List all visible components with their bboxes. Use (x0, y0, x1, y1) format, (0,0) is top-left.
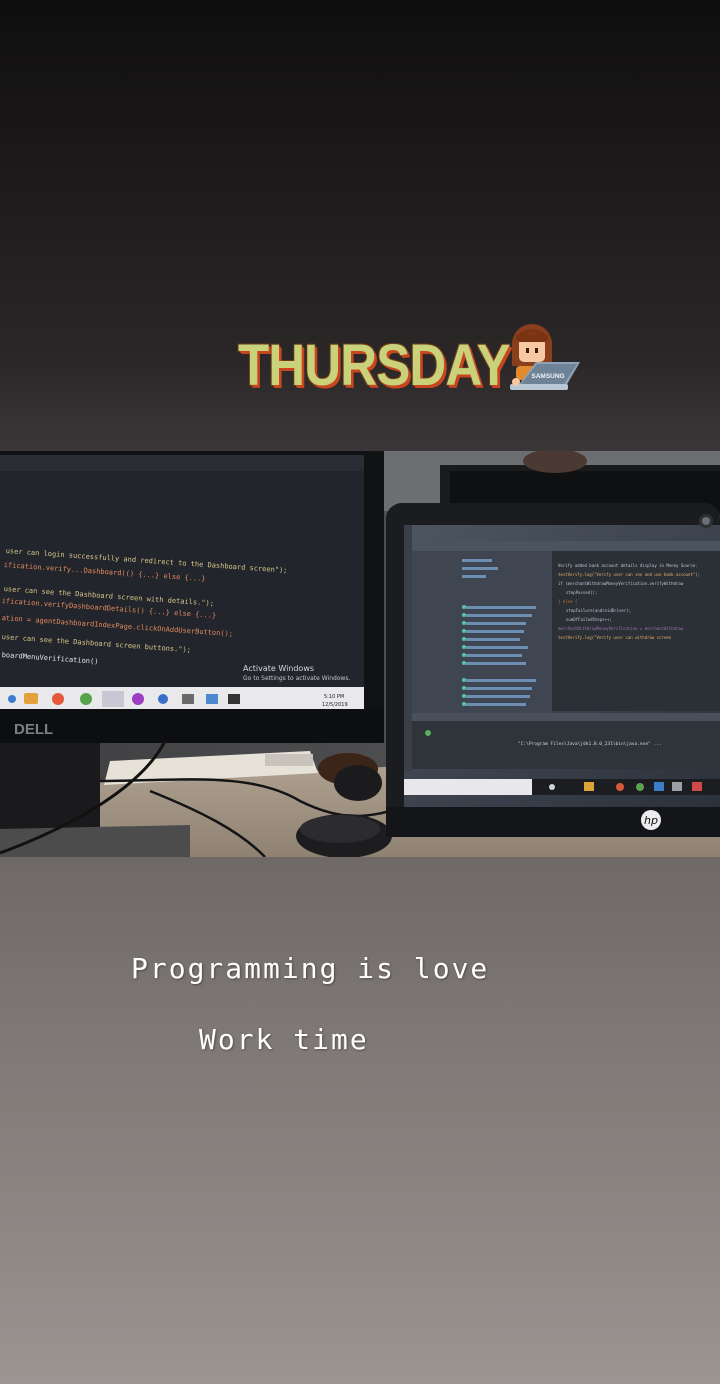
editor-line: stepPassed(); (566, 590, 598, 595)
bottom-background (0, 857, 720, 1384)
svg-text:Activate Windows: Activate Windows (243, 664, 314, 673)
editor-line: } else { (558, 599, 578, 604)
caption-programming: Programming is love (131, 952, 490, 985)
editor-line: merchantWithdrawMoneyVerification = merc… (558, 626, 684, 631)
editor-line: numOfFailedSteps++; (566, 617, 612, 622)
svg-text:hp: hp (644, 814, 658, 827)
caption-work-time: Work time (199, 1023, 369, 1056)
svg-text:SAMSUNG: SAMSUNG (531, 373, 564, 380)
woman-technologist-icon: SAMSUNG (510, 324, 580, 390)
editor-line: Verify added bank account details displa… (558, 563, 698, 568)
editor-line: if (merchantWithdrawMoneyVerification.ve… (558, 581, 684, 586)
editor-line: testVerify.log("Verify user can see and … (558, 572, 701, 577)
day-sticker: THURSDAY SAMSUNG (238, 324, 588, 398)
svg-text:Go to Settings to activate Win: Go to Settings to activate Windows. (243, 675, 351, 682)
svg-text:"C:\Program Files\Java\jdk1.8.: "C:\Program Files\Java\jdk1.8.0_231\bin\… (518, 741, 662, 747)
day-label: THURSDAY (238, 333, 511, 398)
svg-text:12/5/2019: 12/5/2019 (322, 702, 348, 708)
editor-line: stepFailure(androidDriver); (566, 608, 632, 613)
photo-scene: hp DELL Activate Windows Go to Settings … (0, 451, 720, 857)
desk-photo: hp DELL Activate Windows Go to Settings … (0, 451, 720, 857)
svg-text:DELL: DELL (14, 721, 53, 738)
ide-editor: Verify added bank account details displa… (558, 561, 720, 642)
story-canvas: THURSDAY SAMSUNG hp DELL Activate Window… (0, 0, 720, 1384)
editor-line: testVerify.log("Verify user can withdraw… (558, 635, 672, 640)
svg-text:5:10 PM: 5:10 PM (324, 694, 344, 700)
